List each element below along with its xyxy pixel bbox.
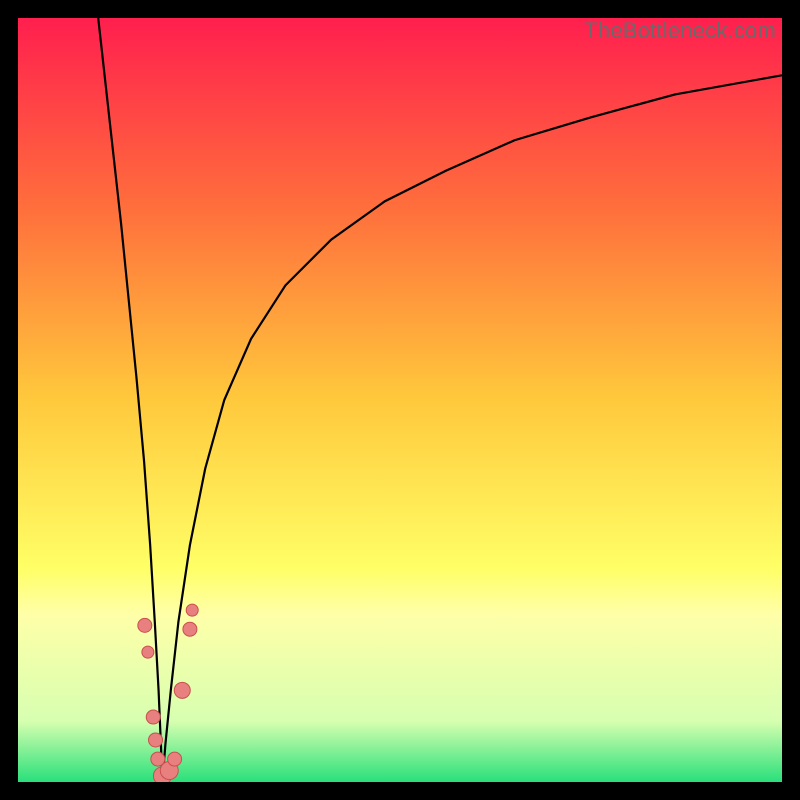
scatter-point: [142, 646, 154, 658]
scatter-point: [174, 682, 190, 698]
scatter-point: [183, 622, 197, 636]
chart-frame: TheBottleneck.com: [0, 0, 800, 800]
chart-background: [18, 18, 782, 782]
scatter-point: [168, 752, 182, 766]
scatter-point: [186, 604, 198, 616]
chart-svg: [18, 18, 782, 782]
chart-plot-area: TheBottleneck.com: [18, 18, 782, 782]
scatter-point: [149, 733, 163, 747]
scatter-point: [138, 618, 152, 632]
scatter-point: [146, 710, 160, 724]
watermark-text: TheBottleneck.com: [584, 18, 776, 44]
